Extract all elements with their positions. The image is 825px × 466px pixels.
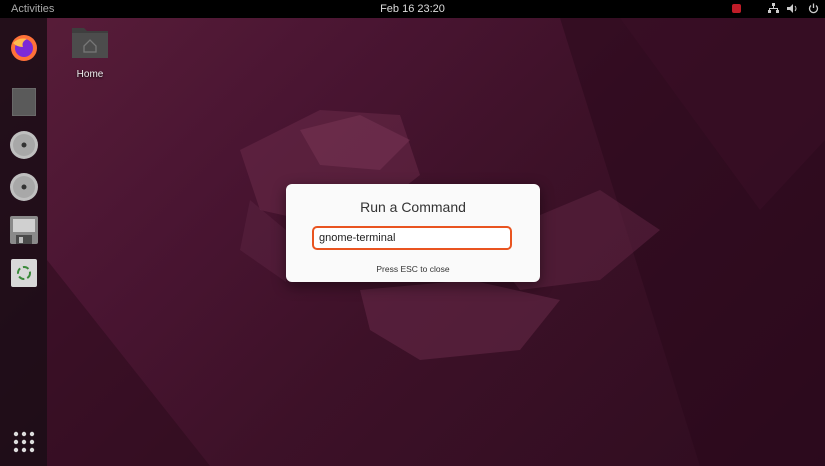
- dock-trash[interactable]: [8, 257, 39, 288]
- app-grid-icon: [13, 431, 34, 452]
- clock[interactable]: Feb 16 23:20: [0, 3, 825, 15]
- top-bar: Activities Feb 16 23:20: [0, 0, 825, 18]
- dialog-title: Run a Command: [360, 199, 466, 215]
- show-apps-button[interactable]: [8, 426, 39, 457]
- disc-icon: [9, 172, 38, 201]
- record-indicator-icon: [732, 3, 741, 13]
- network-icon: [767, 2, 779, 14]
- floppy-icon: [9, 215, 38, 244]
- dock-disc-1[interactable]: [8, 129, 39, 160]
- power-icon: [807, 2, 819, 14]
- dialog-hint: Press ESC to close: [376, 264, 450, 274]
- system-tray[interactable]: [732, 2, 819, 14]
- disc-icon: [9, 130, 38, 159]
- command-input-wrapper[interactable]: [312, 226, 512, 250]
- desktop-home[interactable]: Home: [68, 24, 112, 80]
- volume-icon: [787, 2, 799, 14]
- run-command-dialog: Run a Command Press ESC to close: [286, 184, 540, 282]
- desktop-home-label: Home: [76, 69, 104, 80]
- folder-home-icon: [72, 28, 108, 58]
- trash-icon: [10, 258, 37, 287]
- dock-firefox[interactable]: [8, 32, 39, 63]
- command-input[interactable]: [319, 231, 504, 245]
- dock-files[interactable]: [8, 86, 39, 117]
- dock-floppy[interactable]: [8, 214, 39, 245]
- dock-disc-2[interactable]: [8, 171, 39, 202]
- dock: [0, 18, 47, 466]
- firefox-icon: [10, 34, 37, 61]
- files-icon: [11, 87, 36, 116]
